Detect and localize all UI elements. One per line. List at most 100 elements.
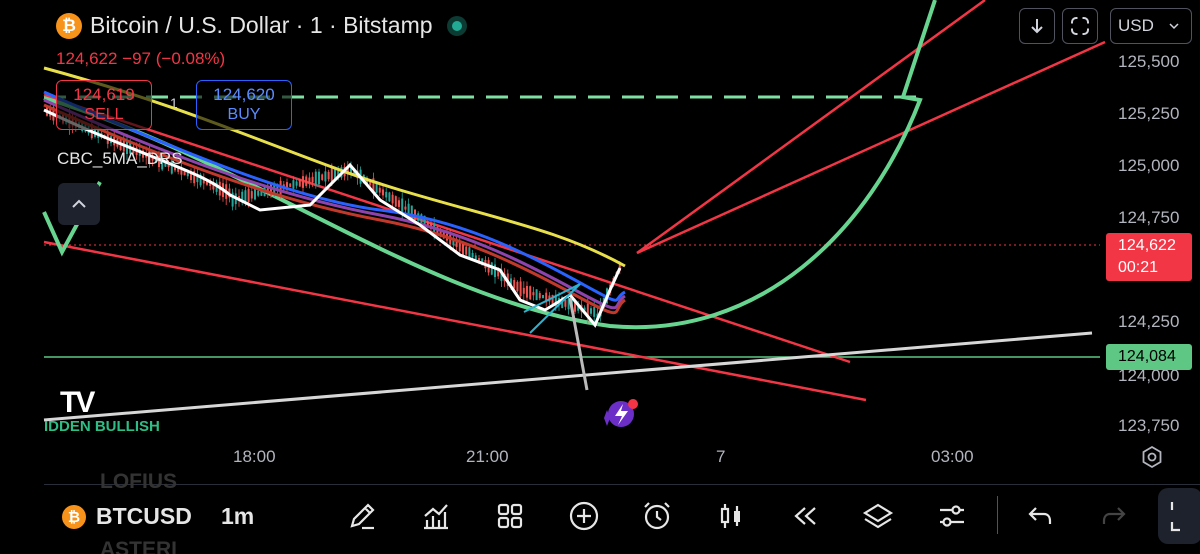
- candle-body: [295, 181, 298, 186]
- candle-body: [465, 246, 468, 255]
- bitcoin-icon: ₿: [56, 12, 82, 39]
- candle-body: [330, 167, 333, 182]
- buy-price: 124,620: [213, 85, 275, 104]
- candle-body: [308, 177, 311, 184]
- pencil-icon[interactable]: [344, 498, 380, 534]
- time-axis-label: 21:00: [466, 447, 509, 466]
- sell-button[interactable]: 124,619 SELL: [56, 80, 152, 130]
- corner-expand-icon: [1170, 502, 1180, 532]
- candle-body: [522, 287, 525, 294]
- candle-body: [394, 196, 397, 207]
- lower-trend-line: [43, 240, 867, 402]
- indicators-icon[interactable]: [418, 498, 454, 534]
- plus-circle-icon[interactable]: [566, 498, 602, 534]
- price-change: 124,622 −97 (−0.08%): [56, 49, 226, 68]
- interval-button[interactable]: 1m: [221, 503, 254, 530]
- market-open-icon: [446, 15, 467, 36]
- level-price-tag: 124,084: [1106, 344, 1192, 370]
- price-axis-label: 125,500: [1118, 52, 1180, 71]
- currency-select[interactable]: USD: [1110, 8, 1192, 44]
- candle-body: [324, 171, 327, 182]
- projection-line-steep: [636, 0, 986, 255]
- projection-line-shallow: [636, 40, 1106, 255]
- time-axis-label: 18:00: [233, 447, 276, 466]
- faded-symbol-below: ASTERI: [100, 538, 178, 554]
- price-axis-label: 125,250: [1118, 104, 1180, 123]
- grid-icon[interactable]: [492, 498, 528, 534]
- faded-symbol-above: LOFIUS: [100, 470, 177, 493]
- candle-body: [247, 188, 250, 203]
- candle-body: [385, 191, 388, 198]
- candle-body: [542, 295, 544, 299]
- price-axis-label: 125,000: [1118, 156, 1180, 175]
- buy-button[interactable]: 124,620 BUY: [196, 80, 292, 130]
- symbol-button[interactable]: BTCUSD: [96, 503, 192, 530]
- candle-body: [298, 178, 301, 187]
- sell-price: 124,619: [73, 85, 135, 104]
- currency-value: USD: [1118, 16, 1154, 35]
- arrow-down-icon: [1031, 19, 1043, 34]
- candle-body: [404, 206, 407, 210]
- candle-body: [471, 253, 474, 258]
- candle-body: [254, 188, 256, 200]
- replay-icon[interactable]: [787, 498, 823, 534]
- candle-body: [535, 289, 538, 301]
- alarm-icon[interactable]: [639, 498, 675, 534]
- candle-body: [321, 174, 324, 180]
- indicator-label[interactable]: CBC_5MA_DRS: [57, 149, 183, 169]
- candle-body: [327, 171, 330, 180]
- candle-body: [526, 285, 528, 298]
- ai-sparkle-icon[interactable]: [604, 399, 638, 427]
- price-axis-label: 124,250: [1118, 312, 1180, 331]
- fullscreen-icon: [1070, 16, 1090, 36]
- undo-icon[interactable]: [1022, 498, 1058, 534]
- candle-body: [590, 308, 592, 314]
- price-axis-label: 123,750: [1118, 416, 1180, 435]
- candle-body: [529, 286, 532, 300]
- time-axis-label: 03:00: [931, 447, 974, 466]
- candle-body: [519, 281, 522, 297]
- buy-label: BUY: [227, 106, 261, 123]
- current-price-tag: 124,622 00:21: [1106, 233, 1192, 281]
- sell-label: SELL: [84, 106, 124, 123]
- redo-icon[interactable]: [1096, 498, 1132, 534]
- spread-value: 1: [170, 95, 178, 111]
- bitcoin-icon: ₿: [62, 505, 86, 529]
- layers-icon[interactable]: [860, 498, 896, 534]
- chart-header: ₿ Bitcoin / U.S. Dollar · 1 · Bitstamp: [56, 12, 467, 39]
- candle-body: [564, 299, 567, 307]
- candle-body: [401, 198, 404, 214]
- candle-countdown: 00:21: [1118, 259, 1159, 276]
- candle-body: [250, 191, 253, 199]
- candle-body: [292, 180, 295, 189]
- candle-body: [302, 176, 304, 188]
- chart-canvas[interactable]: [0, 0, 1200, 554]
- settings-sliders-icon[interactable]: [934, 498, 970, 534]
- symbol-title[interactable]: Bitcoin / U.S. Dollar · 1 · Bitstamp: [90, 12, 433, 39]
- candle-body: [382, 189, 384, 196]
- download-button[interactable]: [1019, 8, 1055, 44]
- candle-body: [398, 200, 400, 207]
- candle-body: [311, 176, 314, 183]
- candle-body: [532, 292, 535, 296]
- current-price: 124,622: [1118, 237, 1176, 254]
- candles-icon[interactable]: [713, 498, 749, 534]
- fullscreen-button[interactable]: [1062, 8, 1098, 44]
- candle-body: [378, 187, 381, 193]
- chart-settings-icon[interactable]: [1140, 445, 1164, 469]
- candle-body: [375, 183, 378, 193]
- candle-body: [593, 307, 596, 317]
- expand-panel-button[interactable]: [1158, 488, 1200, 544]
- candle-body: [289, 183, 292, 187]
- candle-body: [388, 192, 391, 202]
- candle-body: [538, 293, 541, 299]
- collapse-legend-button[interactable]: [58, 183, 100, 225]
- candle-body: [257, 190, 260, 196]
- candle-body: [474, 255, 477, 260]
- candle-body: [391, 194, 394, 204]
- candle-body: [410, 205, 413, 220]
- toolbar-divider: [997, 496, 998, 534]
- candle-body: [516, 281, 519, 292]
- price-axis-label: 124,750: [1118, 208, 1180, 227]
- tradingview-logo: TV: [60, 386, 95, 419]
